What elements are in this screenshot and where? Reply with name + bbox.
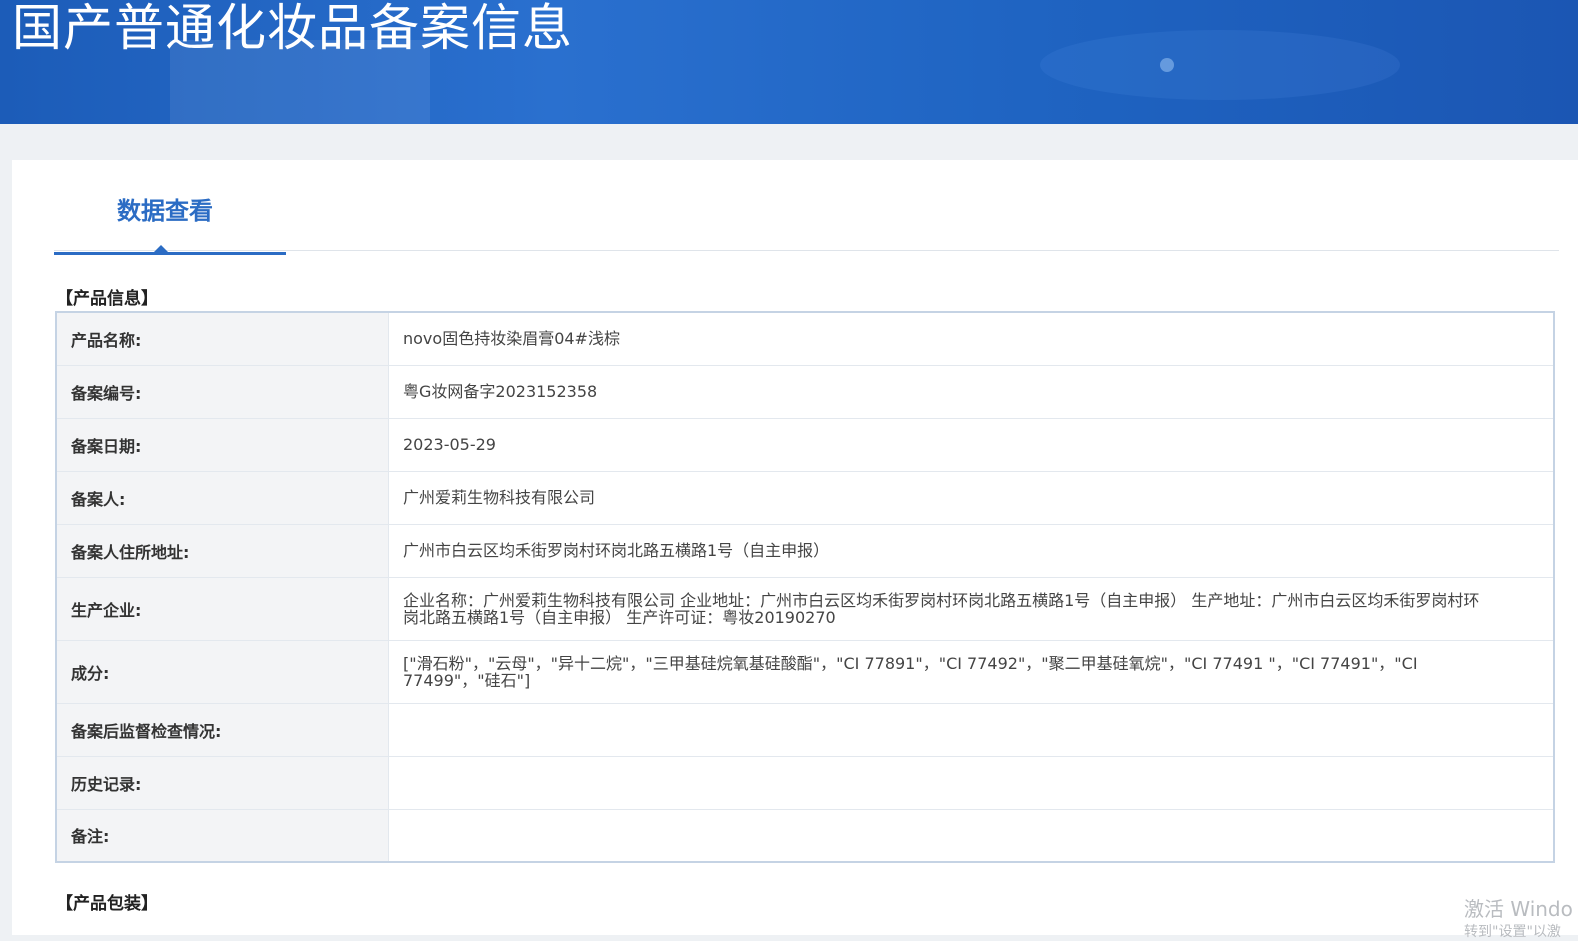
table-row: 备案日期: 2023-05-29	[56, 418, 1554, 472]
product-info-heading: 【产品信息】	[56, 289, 158, 309]
table-row: 生产企业: 企业名称：广州爱莉生物科技有限公司 企业地址：广州市白云区均禾街罗岗…	[56, 577, 1554, 641]
table-row: 备案编号: 粤G妆网备字2023152358	[56, 365, 1554, 419]
table-row: 产品名称: novo固色持妆染眉膏04#浅棕	[56, 312, 1554, 366]
row-value: 广州市白云区均禾街罗岗村环岗北路五横路1号（自主申报）	[388, 524, 1554, 578]
banner-decoration	[1160, 58, 1174, 72]
table-row: 成分: ["滑石粉"，"云母"，"异十二烷"，"三甲基硅烷氧基硅酸酯"，"CI …	[56, 640, 1554, 704]
table-row: 备案后监督检查情况:	[56, 703, 1554, 757]
table-row: 备案人住所地址: 广州市白云区均禾街罗岗村环岗北路五横路1号（自主申报）	[56, 524, 1554, 578]
row-label: 备案人:	[56, 471, 389, 525]
row-label: 生产企业:	[56, 577, 389, 641]
content-card: 数据查看 【产品信息】 产品名称: novo固色持妆染眉膏04#浅棕 备案编号:…	[12, 160, 1578, 935]
row-value: 广州爱莉生物科技有限公司	[388, 471, 1554, 525]
windows-activation-watermark: 激活 Windo	[1464, 897, 1573, 921]
row-value: novo固色持妆染眉膏04#浅棕	[388, 312, 1554, 366]
row-value: ["滑石粉"，"云母"，"异十二烷"，"三甲基硅烷氧基硅酸酯"，"CI 7789…	[388, 640, 1554, 704]
row-label: 备案日期:	[56, 418, 389, 472]
table-row: 备注:	[56, 809, 1554, 862]
row-value	[388, 703, 1554, 757]
row-value: 企业名称：广州爱莉生物科技有限公司 企业地址：广州市白云区均禾街罗岗村环岗北路五…	[388, 577, 1554, 641]
row-label: 产品名称:	[56, 312, 389, 366]
product-packaging-heading: 【产品包装】	[56, 894, 158, 914]
row-value: 2023-05-29	[388, 418, 1554, 472]
row-label: 备案后监督检查情况:	[56, 703, 389, 757]
page-title: 国产普通化妆品备案信息	[12, 0, 573, 57]
header-banner: 国产普通化妆品备案信息	[0, 0, 1578, 124]
row-value	[388, 756, 1554, 810]
banner-decoration	[1040, 30, 1400, 100]
table-row: 备案人: 广州爱莉生物科技有限公司	[56, 471, 1554, 525]
tab-data-view[interactable]: 数据查看	[54, 196, 286, 255]
row-label: 历史记录:	[56, 756, 389, 810]
row-label: 备案人住所地址:	[56, 524, 389, 578]
row-value: 粤G妆网备字2023152358	[388, 365, 1554, 419]
table-row: 历史记录:	[56, 756, 1554, 810]
product-info-table: 产品名称: novo固色持妆染眉膏04#浅棕 备案编号: 粤G妆网备字20231…	[55, 311, 1555, 863]
row-value	[389, 809, 1555, 862]
windows-activation-watermark-subtitle: 转到"设置"以激	[1464, 924, 1561, 940]
tab-label: 数据查看	[117, 197, 213, 225]
active-tab-caret-icon	[154, 245, 168, 252]
row-label: 备注:	[56, 809, 389, 862]
row-label: 备案编号:	[56, 365, 389, 419]
row-label: 成分:	[56, 640, 389, 704]
